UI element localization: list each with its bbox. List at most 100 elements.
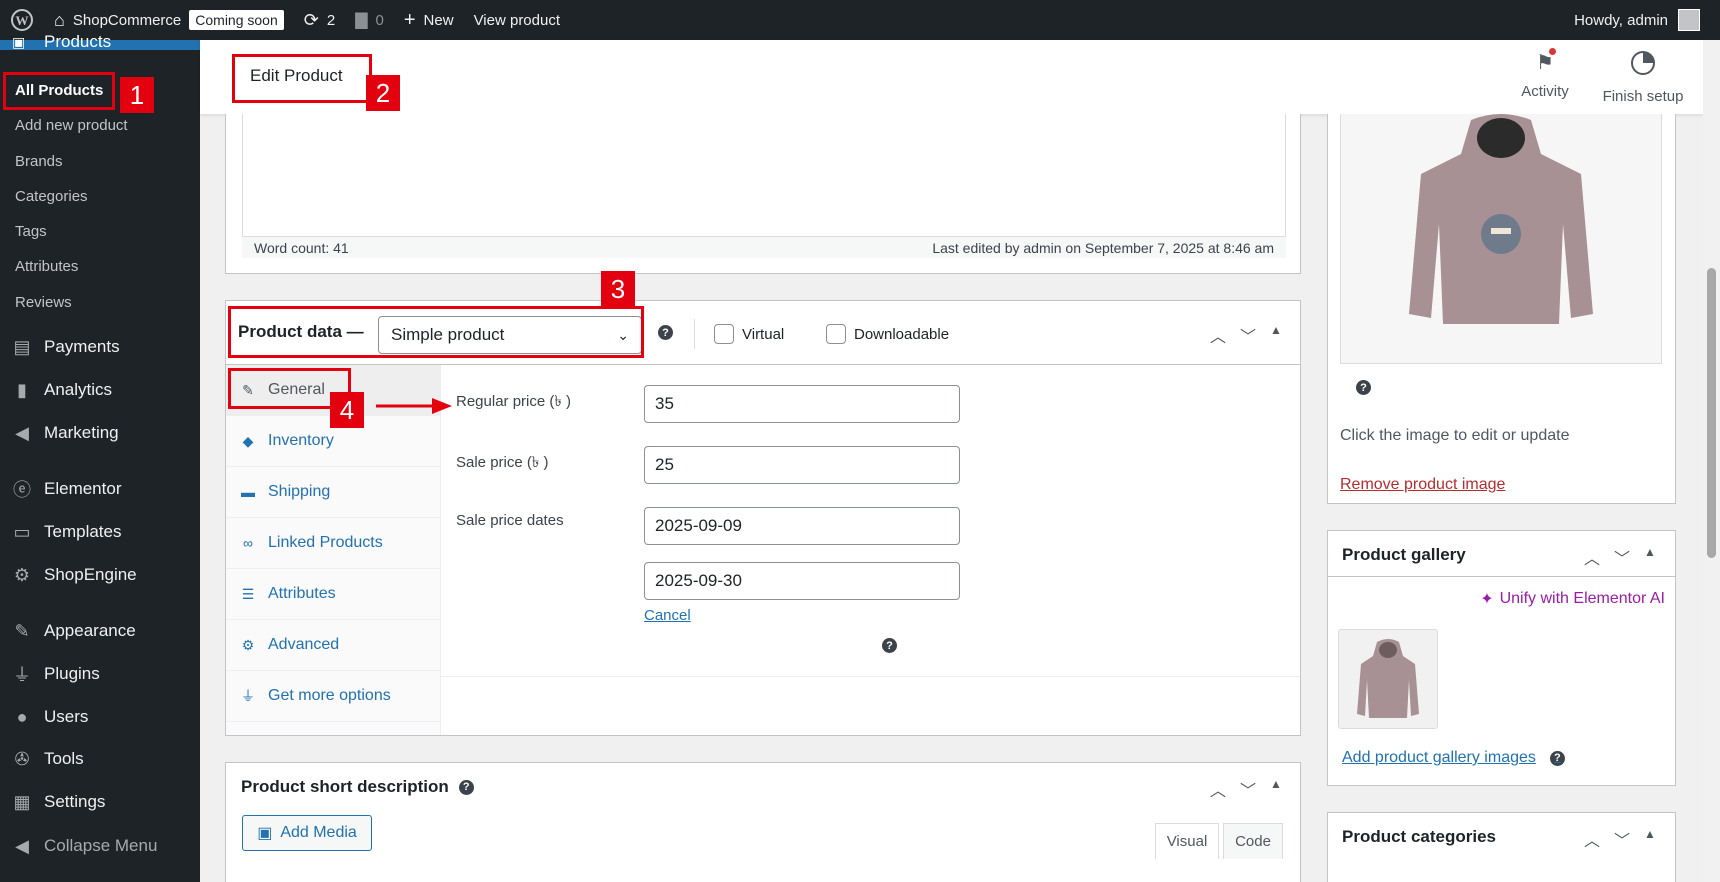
sidebar-item-users[interactable]: ● Users [0, 697, 200, 737]
box-controls: ︿ ﹀ ▲ [1210, 323, 1282, 347]
collapse-menu-button[interactable]: ◀ Collapse Menu [0, 826, 200, 866]
cancel-schedule-link[interactable]: Cancel [644, 607, 691, 624]
regular-price-input[interactable]: 35 [644, 385, 960, 423]
products-icon: ▣ [12, 34, 26, 50]
downloadable-checkbox[interactable]: Downloadable [826, 324, 949, 344]
tab-code[interactable]: Code [1223, 823, 1283, 859]
move-down-icon[interactable]: ﹀ [1240, 323, 1256, 347]
sidebar-item-tools[interactable]: ✇ Tools [0, 739, 200, 779]
sidebar-item-elementor[interactable]: ⓔ Elementor [0, 469, 200, 509]
admin-sidebar: Products ▣ All Products Add new product … [0, 32, 200, 882]
elementor-ai-link[interactable]: ✦ Unify with Elementor AI [1480, 589, 1665, 609]
page-scrollbar[interactable] [1703, 40, 1720, 882]
sidebar-item-shopengine[interactable]: ⚙ ShopEngine [0, 555, 200, 595]
sidebar-item-products-label[interactable]: Products [44, 32, 111, 52]
new-content-link[interactable]: + New [394, 0, 464, 40]
product-image[interactable] [1340, 114, 1662, 364]
sidebar-item-label: Users [44, 707, 89, 726]
sidebar-sub-attributes[interactable]: Attributes [0, 249, 200, 284]
sidebar-item-plugins[interactable]: ⏚ Plugins [0, 654, 200, 694]
add-gallery-images-link[interactable]: Add product gallery images ? [1342, 749, 1565, 767]
move-down-icon[interactable]: ﹀ [1614, 827, 1630, 851]
virtual-checkbox[interactable]: Virtual [714, 324, 784, 344]
hoodie-image [1409, 114, 1593, 324]
sale-to-input[interactable]: 2025-09-30 [644, 562, 960, 600]
sidebar-sub-tags[interactable]: Tags [0, 214, 200, 249]
move-down-icon[interactable]: ﹀ [1614, 545, 1630, 569]
svg-text:W: W [16, 13, 29, 28]
word-count: Word count: 41 [254, 239, 349, 256]
tab-attributes[interactable]: ☰ Attributes [226, 569, 441, 620]
comments-count: 0 [375, 11, 384, 29]
comments-link[interactable]: ▇ 0 [345, 0, 394, 40]
coming-soon-badge[interactable]: Coming soon [189, 10, 284, 30]
sale-price-input[interactable]: 25 [644, 446, 960, 484]
tab-linked-products[interactable]: ∞ Linked Products [226, 518, 441, 569]
tab-advanced[interactable]: ⚙ Advanced [226, 620, 441, 671]
short-description-header: Product short description ? [241, 777, 474, 797]
help-icon[interactable]: ? [1549, 750, 1565, 766]
sidebar-sub-brands[interactable]: Brands [0, 144, 200, 179]
tab-label: Inventory [268, 432, 334, 449]
activity-button[interactable]: ⚑ Activity [1495, 48, 1595, 110]
sidebar-item-label: Tools [44, 749, 84, 768]
sidebar-item-payments[interactable]: ▤ Payments [0, 327, 200, 367]
toggle-panel-icon[interactable]: ▲ [1644, 827, 1656, 851]
help-icon[interactable]: ? [882, 638, 897, 653]
flag-icon: ⚑ [1536, 48, 1556, 74]
view-product-link[interactable]: View product [464, 0, 570, 40]
link-icon: ∞ [243, 535, 253, 551]
add-media-button[interactable]: ▣ Add Media [242, 815, 372, 851]
remove-image-link[interactable]: Remove product image [1340, 476, 1505, 494]
help-icon[interactable]: ? [458, 779, 474, 795]
toggle-panel-icon[interactable]: ▲ [1270, 777, 1282, 801]
move-up-icon[interactable]: ︿ [1210, 323, 1226, 347]
regular-price-label: Regular price (৳ ) [456, 393, 572, 410]
move-down-icon[interactable]: ﹀ [1240, 777, 1256, 801]
tab-shipping[interactable]: ▬ Shipping [226, 467, 441, 518]
move-up-icon[interactable]: ︿ [1584, 827, 1600, 851]
sidebar-item-settings[interactable]: ▦ Settings [0, 782, 200, 822]
sidebar-item-marketing[interactable]: ◀ Marketing [0, 413, 200, 453]
product-gallery-box: Product gallery ︿ ﹀ ▲ ✦ Unify with Eleme… [1327, 530, 1676, 786]
tab-get-more-options[interactable]: ⏚ Get more options [226, 671, 441, 722]
scrollbar-thumb[interactable] [1707, 268, 1716, 558]
help-icon[interactable]: ? [658, 325, 673, 340]
sidebar-item-analytics[interactable]: ▮ Analytics [0, 370, 200, 410]
virtual-checkbox-box[interactable] [714, 324, 734, 344]
sidebar-item-appearance[interactable]: ✎ Appearance [0, 611, 200, 651]
site-name: ShopCommerce [72, 11, 182, 29]
sidebar-item-templates[interactable]: ▭ Templates [0, 512, 200, 552]
sparkle-icon: ✦ [1480, 591, 1494, 608]
sidebar-sub-categories[interactable]: Categories [0, 179, 200, 214]
sidebar-item-label: Settings [44, 792, 106, 811]
gallery-thumbnail[interactable] [1338, 629, 1438, 729]
updates-link[interactable]: ⟳ 2 [294, 0, 345, 40]
elementor-ai-label: Unify with Elementor AI [1499, 590, 1665, 607]
downloadable-checkbox-box[interactable] [826, 324, 846, 344]
sidebar-item-label: Marketing [44, 423, 119, 442]
downloadable-label: Downloadable [854, 325, 950, 343]
sidebar-item-label: Appearance [44, 621, 136, 640]
gear-icon: ⚙ [241, 636, 255, 653]
avatar[interactable] [1678, 9, 1700, 31]
move-up-icon[interactable]: ︿ [1210, 777, 1226, 801]
toggle-panel-icon[interactable]: ▲ [1644, 545, 1656, 569]
greeting[interactable]: Howdy, admin [1574, 12, 1668, 29]
annotation-number-2: 2 [366, 75, 400, 111]
help-icon[interactable]: ? [1356, 380, 1371, 395]
hoodie-thumbnail-image [1357, 639, 1419, 718]
sidebar-sub-reviews[interactable]: Reviews [0, 285, 200, 320]
sale-from-input[interactable]: 2025-09-09 [644, 507, 960, 545]
sidebar-item-label: Templates [44, 522, 122, 541]
tab-visual[interactable]: Visual [1155, 823, 1219, 859]
toggle-panel-icon[interactable]: ▲ [1270, 323, 1282, 347]
media-icon: ▣ [257, 825, 273, 842]
finish-setup-button[interactable]: Finish setup [1593, 50, 1693, 110]
move-up-icon[interactable]: ︿ [1584, 545, 1600, 569]
sidebar-item-label: ShopEngine [44, 565, 137, 584]
annotation-number-3: 3 [601, 271, 635, 307]
annotation-box-edit-product [232, 54, 372, 103]
categories-title: Product categories [1342, 827, 1496, 846]
sidebar-sub-add-new-product[interactable]: Add new product [0, 108, 200, 143]
